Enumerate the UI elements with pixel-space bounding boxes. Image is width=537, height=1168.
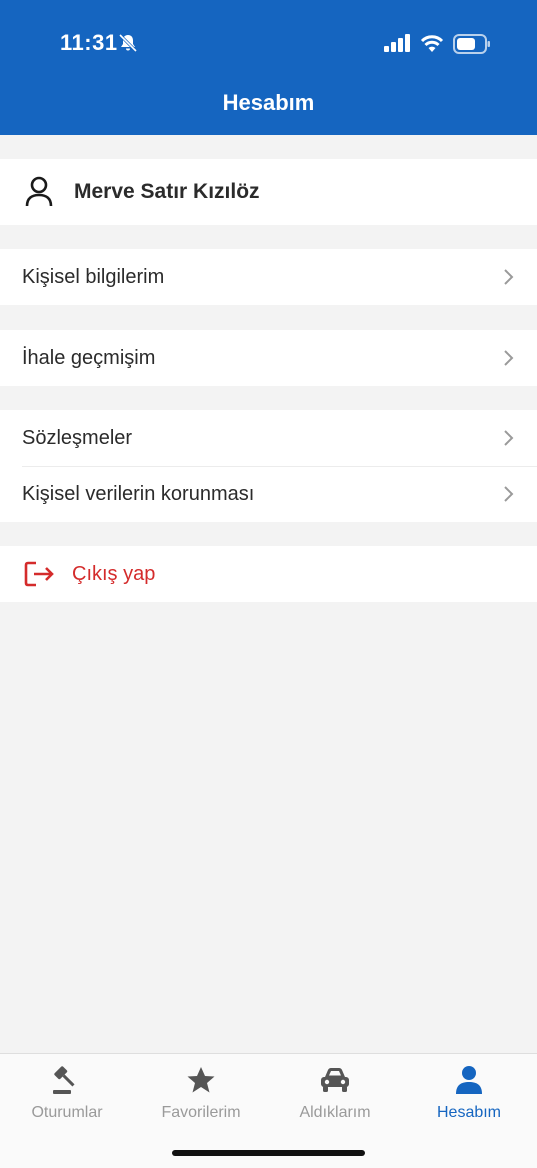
menu-item-label: Kişisel bilgilerim (22, 265, 165, 288)
profile-row: Merve Satır Kızılöz (0, 159, 537, 225)
chevron-right-icon (504, 430, 514, 446)
bid-history-card: İhale geçmişim (0, 330, 537, 386)
tab-label: Aldıklarım (299, 1104, 371, 1121)
legal-card: Sözleşmeler Kişisel verilerin korunması (0, 410, 537, 522)
chevron-right-icon (504, 350, 514, 366)
tab-sessions[interactable]: Oturumlar (0, 1064, 134, 1122)
person-icon (456, 1066, 482, 1094)
car-icon (321, 1068, 349, 1092)
menu-item-personal-info[interactable]: Kişisel bilgilerim (0, 249, 537, 305)
wifi-icon (420, 35, 444, 52)
tab-favorites[interactable]: Favorilerim (134, 1064, 268, 1122)
gavel-icon (53, 1066, 75, 1094)
logout-card: Çıkış yap (0, 546, 537, 602)
profile-name: Merve Satır Kızılöz (74, 180, 260, 203)
chevron-right-icon (504, 269, 514, 285)
logout-label: Çıkış yap (72, 562, 156, 585)
battery-icon (453, 34, 490, 54)
home-indicator (172, 1150, 365, 1156)
tab-label: Oturumlar (31, 1104, 103, 1121)
personal-info-card: Kişisel bilgilerim (0, 249, 537, 305)
menu-item-label: İhale geçmişim (22, 346, 156, 369)
star-icon (187, 1067, 215, 1093)
tab-account[interactable]: Hesabım (402, 1064, 536, 1122)
menu-item-bid-history[interactable]: İhale geçmişim (0, 330, 537, 386)
chevron-right-icon (504, 486, 514, 502)
app-header: 11:31 Hesabım (0, 0, 537, 135)
silent-bell-icon (118, 33, 138, 53)
menu-item-label: Kişisel verilerin korunması (22, 482, 255, 505)
user-icon (25, 176, 53, 207)
tab-label: Favorilerim (161, 1104, 241, 1121)
menu-item-data-protection[interactable]: Kişisel verilerin korunması (0, 466, 537, 522)
logout-icon (24, 561, 54, 587)
menu-item-contracts[interactable]: Sözleşmeler (0, 410, 537, 466)
profile-card: Merve Satır Kızılöz (0, 159, 537, 225)
logout-button[interactable]: Çıkış yap (0, 546, 537, 602)
tab-label: Hesabım (436, 1104, 502, 1121)
menu-item-label: Sözleşmeler (22, 426, 133, 449)
signal-icon (384, 34, 410, 52)
status-time: 11:31 (60, 30, 118, 55)
page-title: Hesabım (222, 90, 315, 115)
tab-purchases[interactable]: Aldıklarım (268, 1064, 402, 1122)
